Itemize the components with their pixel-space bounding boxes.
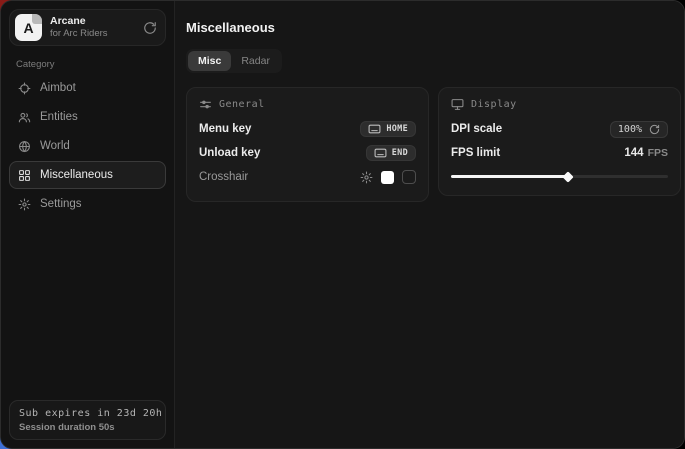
brand-logo: A <box>15 14 42 41</box>
tab-misc[interactable]: Misc <box>188 51 231 71</box>
keyboard-icon <box>368 124 381 134</box>
fps-limit-label: FPS limit <box>451 147 500 159</box>
sidebar-item-label: Miscellaneous <box>40 169 113 181</box>
refresh-icon <box>649 124 660 135</box>
sidebar-nav: Aimbot Entities World <box>9 74 166 218</box>
menu-key-value: HOME <box>386 124 408 134</box>
fps-limit-row: FPS limit 144 FPS <box>451 141 668 165</box>
display-card-header: Display <box>451 98 668 111</box>
tab-radar[interactable]: Radar <box>231 51 280 71</box>
session-duration-text: Session duration 50s <box>19 422 156 433</box>
dpi-scale-label: DPI scale <box>451 123 502 135</box>
subscription-info-card: Sub expires in 23d 20h Session duration … <box>9 400 166 440</box>
crosshair-icon <box>18 82 31 95</box>
keyboard-icon <box>374 148 387 158</box>
refresh-icon[interactable] <box>143 21 157 35</box>
sidebar-item-entities[interactable]: Entities <box>9 103 166 131</box>
fps-limit-unit: FPS <box>648 147 668 159</box>
dpi-scale-value: 100% <box>618 124 642 135</box>
menu-key-button[interactable]: HOME <box>360 121 416 137</box>
sidebar-item-label: Aimbot <box>40 82 76 94</box>
crosshair-row: Crosshair <box>199 165 416 189</box>
general-card: General Menu key HOME Unload key <box>186 87 429 202</box>
crosshair-checkbox[interactable] <box>402 170 416 184</box>
unload-key-value: END <box>392 148 408 158</box>
globe-icon <box>18 140 31 153</box>
display-card-title: Display <box>471 99 517 110</box>
crosshair-color-swatch[interactable] <box>381 171 394 184</box>
sub-expiry-text: Sub expires in 23d 20h <box>19 408 156 419</box>
menu-key-label: Menu key <box>199 123 251 135</box>
unload-key-row: Unload key END <box>199 141 416 165</box>
dpi-scale-select[interactable]: 100% <box>610 121 668 138</box>
fps-slider-thumb[interactable] <box>563 171 574 182</box>
brand-card: A Arcane for Arc Riders <box>9 9 166 46</box>
brand-logo-letter: A <box>23 20 33 36</box>
general-card-header: General <box>199 98 416 111</box>
tab-bar: Misc Radar <box>186 49 282 73</box>
sliders-icon <box>199 98 212 111</box>
fps-limit-slider[interactable] <box>451 169 668 183</box>
fps-slider-fill <box>451 175 568 178</box>
category-label: Category <box>16 59 166 70</box>
crosshair-controls <box>360 170 416 184</box>
brand-subtitle: for Arc Riders <box>50 28 135 40</box>
grid-icon <box>18 169 31 182</box>
sidebar: A Arcane for Arc Riders Category Aim <box>1 1 175 448</box>
fps-limit-value: 144 <box>624 147 643 159</box>
fps-limit-value-wrap: 144 FPS <box>624 147 668 159</box>
main-content: Miscellaneous Misc Radar General Menu ke… <box>175 1 685 448</box>
unload-key-button[interactable]: END <box>366 145 416 161</box>
brand-text: Arcane for Arc Riders <box>50 15 135 40</box>
brand-title: Arcane <box>50 15 135 28</box>
display-card: Display DPI scale 100% FPS limit <box>438 87 681 196</box>
general-card-title: General <box>219 99 265 110</box>
menu-key-row: Menu key HOME <box>199 117 416 141</box>
monitor-icon <box>451 98 464 111</box>
dpi-scale-row: DPI scale 100% <box>451 117 668 141</box>
sidebar-item-settings[interactable]: Settings <box>9 190 166 218</box>
cards-row: General Menu key HOME Unload key <box>186 87 681 202</box>
page-title: Miscellaneous <box>186 20 681 35</box>
users-icon <box>18 111 31 124</box>
sidebar-item-label: World <box>40 140 70 152</box>
app-window: A Arcane for Arc Riders Category Aim <box>0 0 685 449</box>
sidebar-item-miscellaneous[interactable]: Miscellaneous <box>9 161 166 189</box>
gear-icon <box>18 198 31 211</box>
sidebar-item-world[interactable]: World <box>9 132 166 160</box>
sidebar-item-label: Entities <box>40 111 78 123</box>
unload-key-label: Unload key <box>199 147 260 159</box>
crosshair-label: Crosshair <box>199 171 248 183</box>
sidebar-item-aimbot[interactable]: Aimbot <box>9 74 166 102</box>
sidebar-item-label: Settings <box>40 198 82 210</box>
crosshair-settings-gear-icon[interactable] <box>360 171 373 184</box>
